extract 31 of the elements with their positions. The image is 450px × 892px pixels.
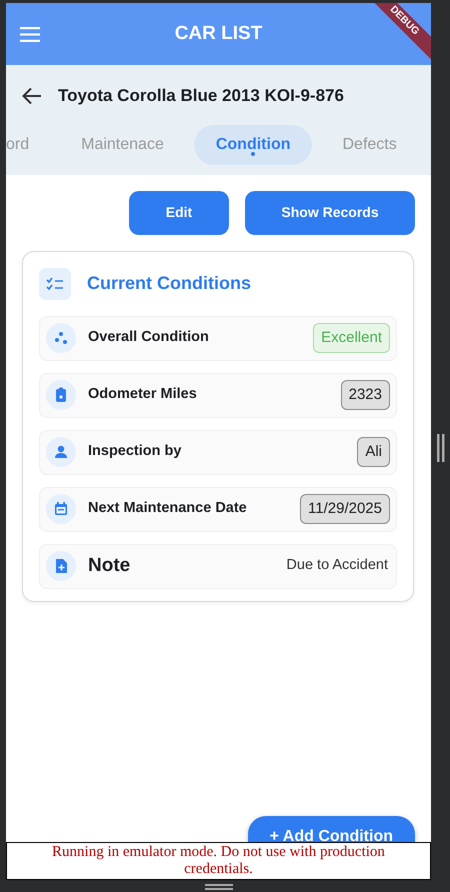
value-chip: 11/29/2025 <box>300 494 390 524</box>
emulator-notice: Running in emulator mode. Do not use with production credentials. <box>6 842 431 880</box>
scatter-icon <box>46 323 76 353</box>
drag-handle-icon[interactable] <box>205 884 233 890</box>
add-condition-button[interactable]: + Add Condition <box>248 816 415 842</box>
card-title: Current Conditions <box>87 272 251 295</box>
tab[interactable]: Defects <box>320 124 419 164</box>
row-label: Inspection by <box>88 442 182 462</box>
tab[interactable]: ord <box>6 124 52 164</box>
calendar-icon <box>46 494 76 524</box>
menu-icon[interactable] <box>20 26 40 42</box>
resize-handle-icon[interactable] <box>436 434 444 462</box>
row-label: Overall Condition <box>88 328 209 348</box>
person-icon <box>46 437 76 467</box>
clipboard-icon <box>46 380 76 410</box>
row-label: Odometer Miles <box>88 385 197 404</box>
vehicle-title: Toyota Corolla Blue 2013 KOI-9-876 <box>58 85 344 107</box>
tab[interactable]: Condition <box>194 124 312 164</box>
action-button[interactable]: Edit <box>129 190 229 234</box>
value-chip: 2323 <box>340 380 390 410</box>
status-tag: Excellent <box>313 322 390 354</box>
tab[interactable]: Maintenace <box>59 124 186 164</box>
row-label: Note <box>88 554 130 578</box>
app-title: CAR LIST <box>174 22 262 46</box>
document-add-icon <box>46 551 76 581</box>
value-chip: Ali <box>357 436 390 468</box>
back-arrow-icon[interactable] <box>22 86 42 105</box>
row-label: Next Maintenance Date <box>88 499 247 518</box>
checklist-icon <box>39 268 71 300</box>
action-button[interactable]: Show Records <box>245 190 415 234</box>
row-value: Due to Accident <box>286 556 389 576</box>
